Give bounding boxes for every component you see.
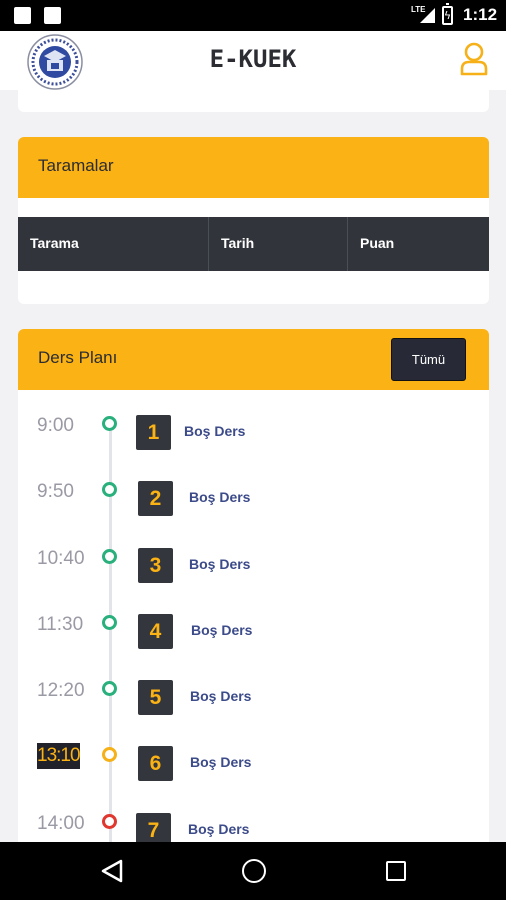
app-bar: E-KUEK [0, 31, 506, 90]
lesson-number: 1 [136, 415, 171, 450]
previous-card [18, 90, 489, 112]
status-dot [102, 681, 117, 696]
app-title: E-KUEK [209, 45, 297, 73]
status-dot [102, 549, 117, 564]
lesson-number: 3 [138, 548, 173, 583]
lesson-time-current: 13:10 [37, 743, 81, 769]
lesson-number: 5 [138, 680, 173, 715]
lesson-name: Boş Ders [184, 423, 246, 439]
notification-icon [44, 7, 61, 24]
lesson-plan-card: Ders Planı Tümü 9:00 1 Boş Ders 9:50 2 B… [18, 329, 489, 859]
lesson-name: Boş Ders [191, 622, 253, 638]
lesson-number: 2 [138, 481, 173, 516]
status-dot [102, 416, 117, 431]
clock: 1:12 [463, 5, 498, 24]
column-date: Tarih [208, 217, 347, 271]
scans-title: Taramalar [38, 156, 114, 175]
recent-apps-icon[interactable] [386, 861, 406, 881]
lesson-time: 9:50 [37, 481, 74, 502]
lesson-row[interactable]: 11:30 4 Boş Ders [18, 614, 489, 662]
lesson-row[interactable]: 10:40 3 Boş Ders [18, 548, 489, 596]
lesson-row[interactable]: 12:20 5 Boş Ders [18, 680, 489, 728]
column-scan: Tarama [30, 235, 79, 251]
lesson-row[interactable]: 9:00 1 Boş Ders [18, 415, 489, 463]
status-bar: LTE ϟ 1:12 [0, 0, 506, 31]
lesson-name: Boş Ders [188, 821, 250, 837]
battery-icon: ϟ [442, 3, 453, 25]
status-dot [102, 615, 117, 630]
lesson-time: 14:00 [37, 813, 85, 834]
lesson-time: 12:20 [37, 680, 85, 701]
status-dot [102, 747, 117, 762]
status-dot [102, 814, 117, 829]
scans-card: Taramalar Tarama Tarih Puan [18, 137, 489, 304]
scans-table-header: Tarama Tarih Puan [18, 217, 489, 271]
lesson-name: Boş Ders [190, 754, 252, 770]
lesson-name: Boş Ders [189, 489, 251, 505]
all-button[interactable]: Tümü [391, 338, 466, 381]
lesson-time: 9:00 [37, 415, 74, 436]
user-icon[interactable] [459, 42, 489, 76]
lesson-plan-title: Ders Planı [38, 348, 118, 367]
lesson-time: 10:40 [37, 548, 85, 569]
notification-icon [14, 7, 31, 24]
status-dot [102, 482, 117, 497]
signal-icon [420, 8, 435, 23]
navigation-bar [0, 842, 506, 900]
lesson-time: 11:30 [37, 614, 84, 635]
lesson-plan-header: Ders Planı Tümü [18, 329, 489, 390]
back-icon[interactable] [101, 859, 123, 883]
lesson-row[interactable]: 9:50 2 Boş Ders [18, 481, 489, 529]
lesson-name: Boş Ders [189, 556, 251, 572]
home-icon[interactable] [242, 859, 266, 883]
lesson-number: 4 [138, 614, 173, 649]
scans-card-header: Taramalar [18, 137, 489, 198]
column-score: Puan [347, 217, 489, 271]
lesson-row[interactable]: 13:10 6 Boş Ders [18, 743, 489, 794]
lesson-name: Boş Ders [190, 688, 252, 704]
lesson-number: 6 [138, 746, 173, 781]
